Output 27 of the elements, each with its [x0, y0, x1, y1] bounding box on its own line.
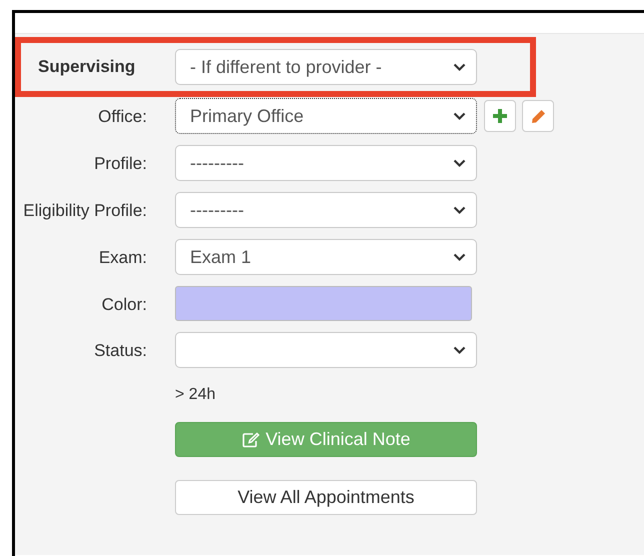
chevron-icon — [453, 252, 466, 262]
edit-button[interactable] — [522, 100, 554, 132]
field-label: Supervising — [37, 57, 136, 77]
select-field[interactable]: Primary Office — [175, 98, 477, 134]
field-label: Office: — [97, 106, 147, 128]
field-label: Eligibility Profile: — [22, 200, 147, 222]
chevron-icon — [453, 62, 466, 72]
field-label: Status: — [93, 340, 147, 362]
select-field[interactable]: --------- — [175, 192, 477, 228]
select-field[interactable]: Exam 1 — [175, 239, 477, 275]
field-label: Profile: — [93, 153, 147, 175]
select-field[interactable] — [175, 332, 477, 368]
pencil-icon — [530, 108, 546, 124]
field-label: Exam: — [98, 247, 147, 269]
chevron-icon — [453, 158, 466, 168]
chevron-icon — [453, 112, 466, 120]
chevron-icon — [453, 206, 466, 214]
chevron-icon — [453, 346, 466, 354]
select-field[interactable]: - If different to provider - — [175, 49, 477, 85]
add-button[interactable] — [484, 100, 516, 132]
time-note: > 24h — [175, 386, 216, 404]
appointments-button[interactable]: View All Appointments — [175, 480, 477, 515]
plus-icon — [493, 109, 507, 123]
color-field[interactable] — [175, 286, 472, 321]
field-label: Color: — [100, 294, 147, 316]
edit-icon — [242, 432, 260, 448]
select-field[interactable]: --------- — [175, 145, 477, 181]
